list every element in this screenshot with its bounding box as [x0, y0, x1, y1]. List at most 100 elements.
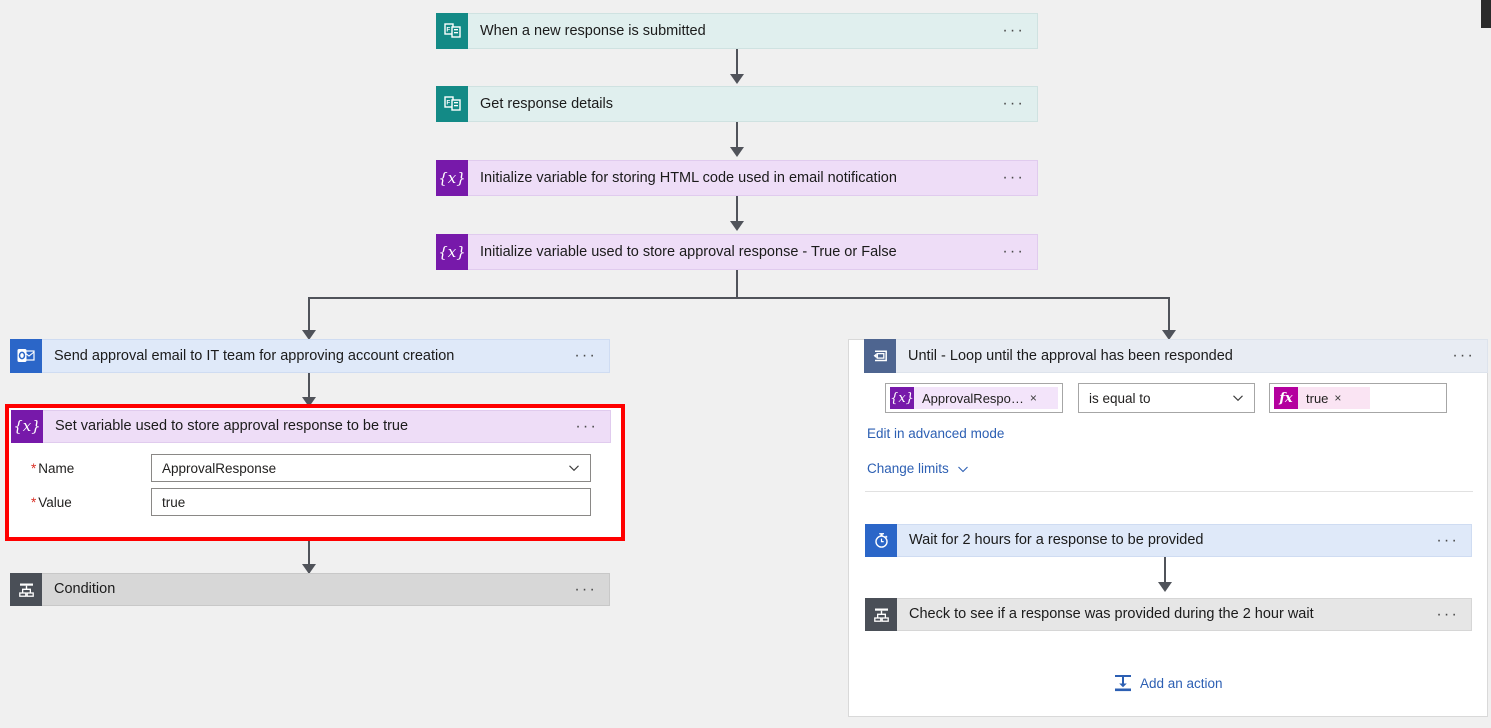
fx-glyph: fx	[1279, 390, 1293, 406]
required-asterisk: *	[31, 494, 37, 510]
value-textbox[interactable]: true	[151, 488, 591, 516]
card-when-a-new-response-is-submitted[interactable]: F When a new response is submitted ···	[436, 13, 1038, 49]
set-variable-panel: {x} Set variable used to store approval …	[11, 410, 619, 535]
condition-icon	[865, 598, 897, 631]
connector-arrow	[730, 74, 744, 84]
card-initialize-variable-approval-response[interactable]: {x} Initialize variable used to store ap…	[436, 234, 1038, 270]
field-row-value: * Value true	[11, 488, 611, 516]
delay-clock-icon	[865, 524, 897, 557]
card-menu-button[interactable]: ···	[994, 243, 1025, 261]
chevron-down-icon[interactable]	[957, 463, 969, 475]
add-action-label: Add an action	[1140, 675, 1223, 691]
card-title: Until - Loop until the approval has been…	[908, 348, 1233, 364]
remove-token-icon[interactable]: ×	[1030, 391, 1043, 405]
chevron-down-icon[interactable]	[568, 462, 580, 474]
connector-line	[736, 49, 738, 77]
card-menu-button[interactable]: ···	[1428, 532, 1459, 550]
change-limits-link[interactable]: Change limits	[867, 461, 969, 476]
remove-token-icon[interactable]: ×	[1334, 391, 1347, 405]
token-text: ApprovalRespo…	[922, 390, 1024, 406]
add-action-icon	[1115, 675, 1131, 692]
card-bar: Send approval email to IT team for appro…	[42, 339, 610, 373]
chevron-down-icon[interactable]	[1232, 392, 1244, 404]
variable-icon: {x}	[436, 234, 468, 270]
card-bar: Get response details ···	[468, 86, 1038, 122]
svg-text:F: F	[446, 26, 450, 33]
field-label-text: Value	[38, 494, 72, 510]
card-bar: Initialize variable used to store approv…	[468, 234, 1038, 270]
card-menu-button[interactable]: ···	[1428, 606, 1459, 624]
flow-designer-canvas: F When a new response is submitted ··· F…	[0, 0, 1491, 728]
edit-in-advanced-mode-link[interactable]: Edit in advanced mode	[867, 426, 1004, 441]
card-menu-button[interactable]: ···	[994, 95, 1025, 113]
connector-line	[736, 196, 738, 224]
variable-glyph: {x}	[13, 417, 41, 435]
link-text: Edit in advanced mode	[867, 426, 1005, 441]
card-title: Check to see if a response was provided …	[909, 607, 1314, 622]
card-until-loop[interactable]: Until - Loop until the approval has been…	[864, 339, 1488, 373]
field-label-text: Name	[38, 460, 75, 476]
card-condition[interactable]: Condition ···	[10, 573, 610, 606]
outlook-icon	[10, 339, 42, 373]
card-title: Send approval email to IT team for appro…	[54, 348, 455, 364]
svg-text:F: F	[446, 99, 450, 106]
card-get-response-details[interactable]: F Get response details ···	[436, 86, 1038, 122]
card-title: When a new response is submitted	[480, 23, 706, 39]
connector-arrow	[1158, 582, 1172, 592]
card-menu-button[interactable]: ···	[566, 581, 597, 599]
card-title: Initialize variable for storing HTML cod…	[480, 170, 897, 186]
card-bar: Wait for 2 hours for a response to be pr…	[897, 524, 1472, 557]
field-label-value: * Value	[11, 495, 151, 510]
card-bar: Initialize variable for storing HTML cod…	[468, 160, 1038, 196]
card-title: Condition	[54, 582, 116, 597]
card-menu-button[interactable]: ···	[1444, 347, 1475, 365]
card-title: Set variable used to store approval resp…	[55, 419, 409, 434]
condition-icon	[10, 573, 42, 606]
until-operator-dropdown[interactable]: is equal to	[1078, 383, 1255, 413]
until-right-operand[interactable]: fx true ×	[1269, 383, 1447, 413]
variable-icon: {x}	[436, 160, 468, 196]
connector-line-right	[1168, 297, 1170, 333]
card-check-response-condition[interactable]: Check to see if a response was provided …	[865, 598, 1472, 631]
microsoft-forms-icon: F	[436, 86, 468, 122]
connector-arrow	[730, 147, 744, 157]
card-set-variable[interactable]: {x} Set variable used to store approval …	[11, 410, 611, 443]
vertical-scrollbar-thumb[interactable]	[1481, 0, 1491, 28]
until-left-operand[interactable]: {x} ApprovalRespo… ×	[885, 383, 1063, 413]
value-text: true	[162, 494, 186, 510]
card-bar: Set variable used to store approval resp…	[43, 410, 611, 443]
variable-icon: {x}	[11, 410, 43, 443]
connector-branch-line	[308, 297, 1170, 299]
card-initialize-variable-html[interactable]: {x} Initialize variable for storing HTML…	[436, 160, 1038, 196]
variable-token-chip[interactable]: {x} ApprovalRespo… ×	[890, 387, 1058, 409]
variable-glyph: {x}	[438, 168, 466, 187]
card-title: Wait for 2 hours for a response to be pr…	[909, 533, 1204, 548]
add-an-action-button[interactable]: Add an action	[1113, 673, 1223, 693]
variable-glyph: {x}	[890, 390, 914, 406]
card-menu-button[interactable]: ···	[994, 169, 1025, 187]
name-value: ApprovalResponse	[162, 460, 277, 476]
card-wait-for-response[interactable]: Wait for 2 hours for a response to be pr…	[865, 524, 1472, 557]
connector-line	[736, 270, 738, 299]
card-bar: When a new response is submitted ···	[468, 13, 1038, 49]
card-menu-button[interactable]: ···	[567, 418, 598, 436]
required-asterisk: *	[31, 460, 37, 476]
card-menu-button[interactable]: ···	[566, 347, 597, 365]
name-dropdown-input[interactable]: ApprovalResponse	[151, 454, 591, 482]
operator-value: is equal to	[1089, 390, 1151, 406]
card-title: Get response details	[480, 96, 613, 112]
card-bar: Condition ···	[42, 573, 610, 606]
token-text: true	[1306, 390, 1329, 406]
card-title: Initialize variable used to store approv…	[480, 244, 897, 260]
connector-line	[736, 122, 738, 150]
field-row-name: * Name ApprovalResponse	[11, 454, 611, 482]
card-send-approval-email[interactable]: Send approval email to IT team for appro…	[10, 339, 610, 373]
card-menu-button[interactable]: ···	[994, 22, 1025, 40]
card-bar: Until - Loop until the approval has been…	[896, 339, 1488, 373]
link-text: Change limits	[867, 461, 949, 476]
section-divider	[865, 491, 1473, 492]
until-condition-row: {x} ApprovalRespo… × is equal to fx true…	[885, 383, 1447, 413]
variable-glyph: {x}	[438, 242, 466, 261]
expression-token-chip[interactable]: fx true ×	[1274, 387, 1370, 409]
connector-line-left	[308, 297, 310, 333]
